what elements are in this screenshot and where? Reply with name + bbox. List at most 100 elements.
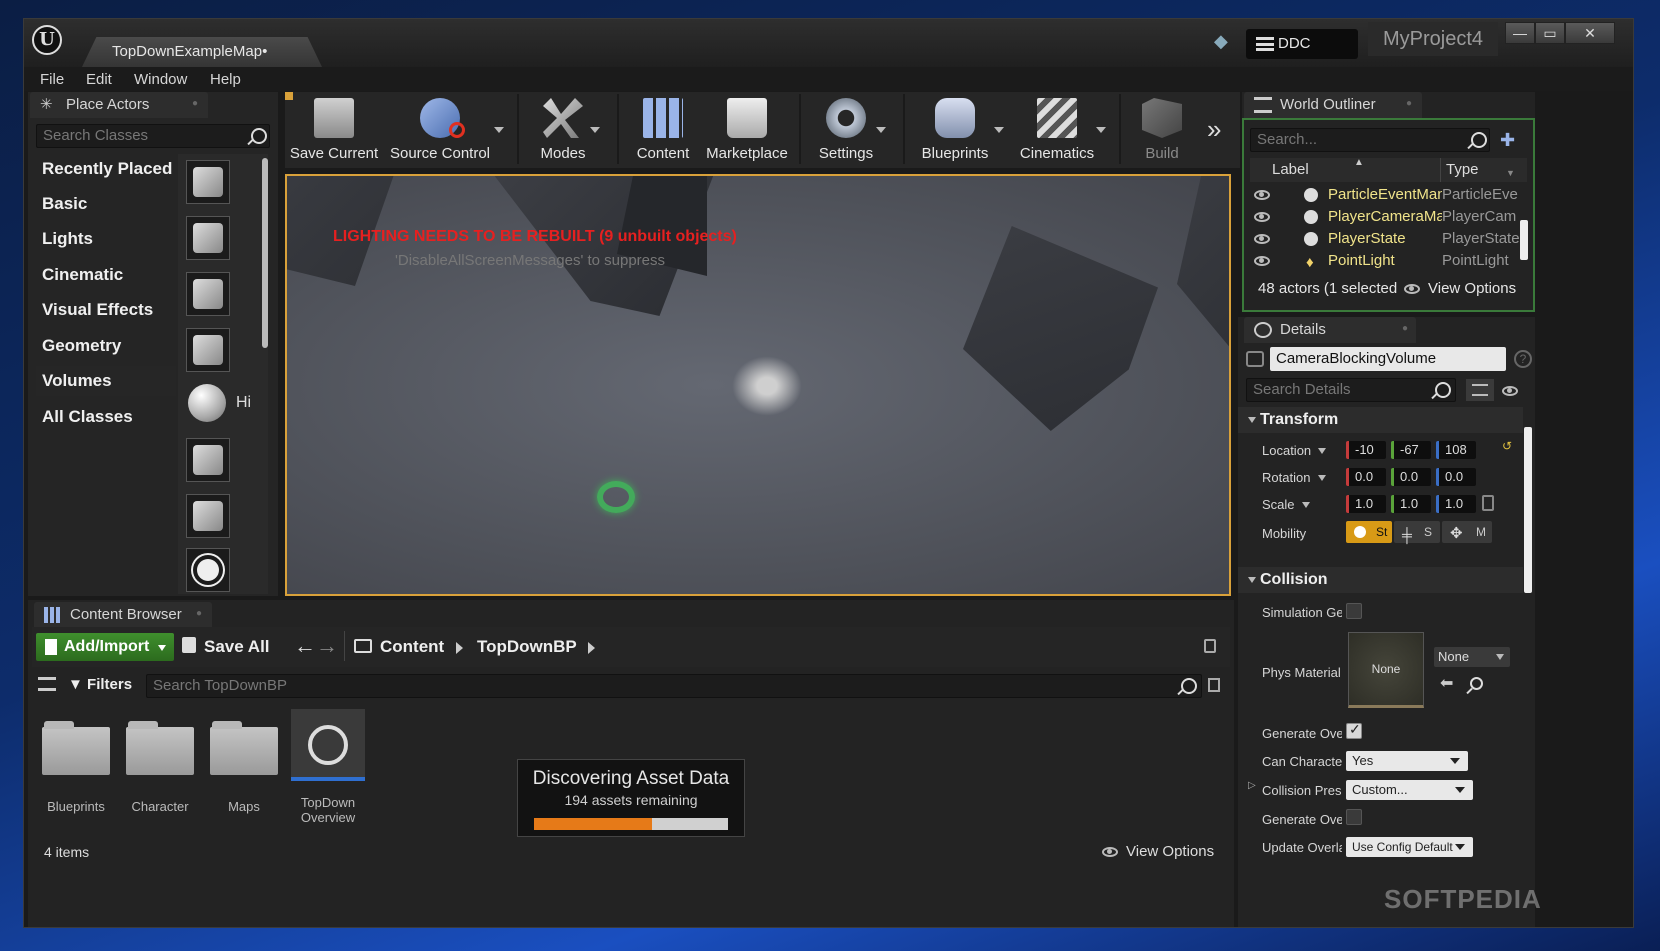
scale-y-field[interactable]: 1.0 [1391,495,1431,513]
marketplace-button[interactable]: Marketplace [703,92,791,168]
actor-thumb-7[interactable] [186,494,230,538]
sources-toggle-icon[interactable] [38,677,56,691]
category-lights[interactable]: Lights [36,224,176,254]
settings-button[interactable]: Settings [811,92,881,168]
forward-arrow-icon[interactable]: → [316,633,338,659]
content-button[interactable]: Content [625,92,701,168]
actor-thumb-3[interactable] [186,272,230,316]
property-matrix-button[interactable] [1466,379,1494,401]
generate-overlap-events-checkbox[interactable] [1346,809,1362,825]
browse-asset-icon[interactable] [1470,677,1483,690]
toolbar-overflow-icon[interactable]: » [1207,114,1221,145]
generate-overlap-checkbox[interactable]: ✓ [1346,721,1362,739]
visibility-eye-icon[interactable] [1254,256,1270,266]
scale-dropdown-icon[interactable] [1302,502,1310,508]
details-scrollbar[interactable] [1524,427,1532,593]
outliner-view-options-button[interactable]: View Options [1404,280,1516,297]
outliner-row[interactable]: ParticleEventMan ParticleEve [1250,184,1525,206]
filters-button[interactable]: ▼ Filters [68,676,132,693]
level-viewport[interactable]: LIGHTING NEEDS TO BE REBUILT (9 unbuilt … [285,174,1231,596]
tab-close-icon[interactable]: ● [196,609,206,619]
category-recently-placed[interactable]: Recently Placed [36,154,176,184]
mobility-movable-button[interactable]: ✥ M [1442,521,1492,543]
close-button[interactable]: ✕ [1565,22,1615,44]
tab-close-icon[interactable]: ● [192,99,202,109]
actor-thumb-1[interactable] [186,160,230,204]
scale-z-field[interactable]: 1.0 [1436,495,1476,513]
actor-list-scrollbar[interactable] [262,158,268,348]
outliner-scrollbar[interactable] [1520,220,1528,260]
visibility-eye-icon[interactable] [1254,234,1270,244]
back-arrow-icon[interactable]: ← [294,633,316,659]
cinematics-dropdown-icon[interactable] [1096,127,1106,133]
can-character-step-up-combo[interactable]: Yes [1346,751,1468,771]
folder-character[interactable] [126,721,194,775]
place-actors-tab[interactable]: ✳ Place Actors ● [30,92,208,118]
outliner-row[interactable]: ♦ PointLight PointLight [1250,250,1525,272]
category-geometry[interactable]: Geometry [36,331,176,361]
object-name-field[interactable]: CameraBlockingVolume [1270,347,1506,371]
menu-file[interactable]: File [40,71,64,88]
breadcrumb-separator-icon[interactable] [456,642,463,654]
collision-section-header[interactable]: Collision [1238,567,1523,593]
source-control-button[interactable]: Source Control [385,92,495,168]
add-import-button[interactable]: Add/Import [36,633,174,661]
blueprints-button[interactable]: Blueprints [913,92,997,168]
breadcrumb-content[interactable]: Content [380,637,444,657]
column-label[interactable]: Label [1272,161,1309,178]
minimize-button[interactable]: — [1505,22,1535,44]
save-current-button[interactable]: Save Current [289,92,379,168]
search-details-input[interactable]: Search Details [1246,378,1456,402]
save-all-button[interactable]: Save All [204,637,270,657]
details-tab[interactable]: Details ● [1244,317,1416,343]
location-dropdown-icon[interactable] [1318,448,1326,454]
lock-icon[interactable] [1204,639,1216,653]
actor-thumb-6[interactable] [186,438,230,482]
menu-help[interactable]: Help [210,71,241,88]
details-view-options-eye-icon[interactable] [1502,386,1518,396]
menu-edit[interactable]: Edit [86,71,112,88]
breadcrumb-topdownbp[interactable]: TopDownBP [477,637,577,657]
rotation-dropdown-icon[interactable] [1318,475,1326,481]
document-tab[interactable]: TopDownExampleMap• [82,37,322,67]
outliner-row[interactable]: PlayerState PlayerState [1250,228,1525,250]
actor-thumb-2[interactable] [186,216,230,260]
blueprints-dropdown-icon[interactable] [994,127,1004,133]
scale-x-field[interactable]: 1.0 [1346,495,1386,513]
update-overlaps-combo[interactable]: Use Config Default [1346,837,1473,857]
actor-thumb-4[interactable] [186,328,230,372]
maximize-button[interactable]: ▭ [1535,22,1565,44]
add-folder-icon[interactable]: ✚ [1500,130,1515,151]
settings-dropdown-icon[interactable] [876,127,886,133]
rotation-label[interactable]: Rotation [1262,470,1310,485]
cinematics-button[interactable]: Cinematics [1013,92,1101,168]
reset-to-default-icon[interactable]: ↺ [1502,439,1512,453]
breadcrumb-separator-icon[interactable] [588,642,595,654]
transform-section-header[interactable]: Transform [1238,407,1523,433]
asset-topdown-overview[interactable] [291,709,365,781]
modes-dropdown-icon[interactable] [590,127,600,133]
column-type[interactable]: Type [1446,161,1479,178]
build-button[interactable]: Build [1127,92,1197,168]
expand-triangle-icon[interactable]: ▷ [1248,780,1256,791]
category-visual-effects[interactable]: Visual Effects [36,295,176,325]
actor-thumb-5[interactable] [186,382,230,426]
outliner-search-input[interactable]: Search... [1250,128,1490,152]
menu-window[interactable]: Window [134,71,187,88]
folder-blueprints[interactable] [42,721,110,775]
content-view-options-button[interactable]: View Options [1102,843,1214,860]
visibility-eye-icon[interactable] [1254,190,1270,200]
content-browser-tab[interactable]: Content Browser ● [34,602,212,628]
mobility-static-button[interactable]: St [1346,521,1392,543]
search-topdownbp-input[interactable]: Search TopDownBP [146,674,1202,698]
actor-thumb-8[interactable] [186,548,230,592]
category-basic[interactable]: Basic [36,189,176,219]
tutorial-icon[interactable]: ◆ [1214,31,1236,53]
visibility-eye-icon[interactable] [1254,212,1270,222]
location-label[interactable]: Location [1262,443,1311,458]
collision-presets-combo[interactable]: Custom... [1346,780,1473,800]
phys-material-combo[interactable]: None [1434,647,1510,667]
tab-close-icon[interactable]: ● [1402,324,1412,334]
search-classes-input[interactable]: Search Classes [36,124,270,148]
rotation-z-field[interactable]: 0.0 [1436,468,1476,486]
